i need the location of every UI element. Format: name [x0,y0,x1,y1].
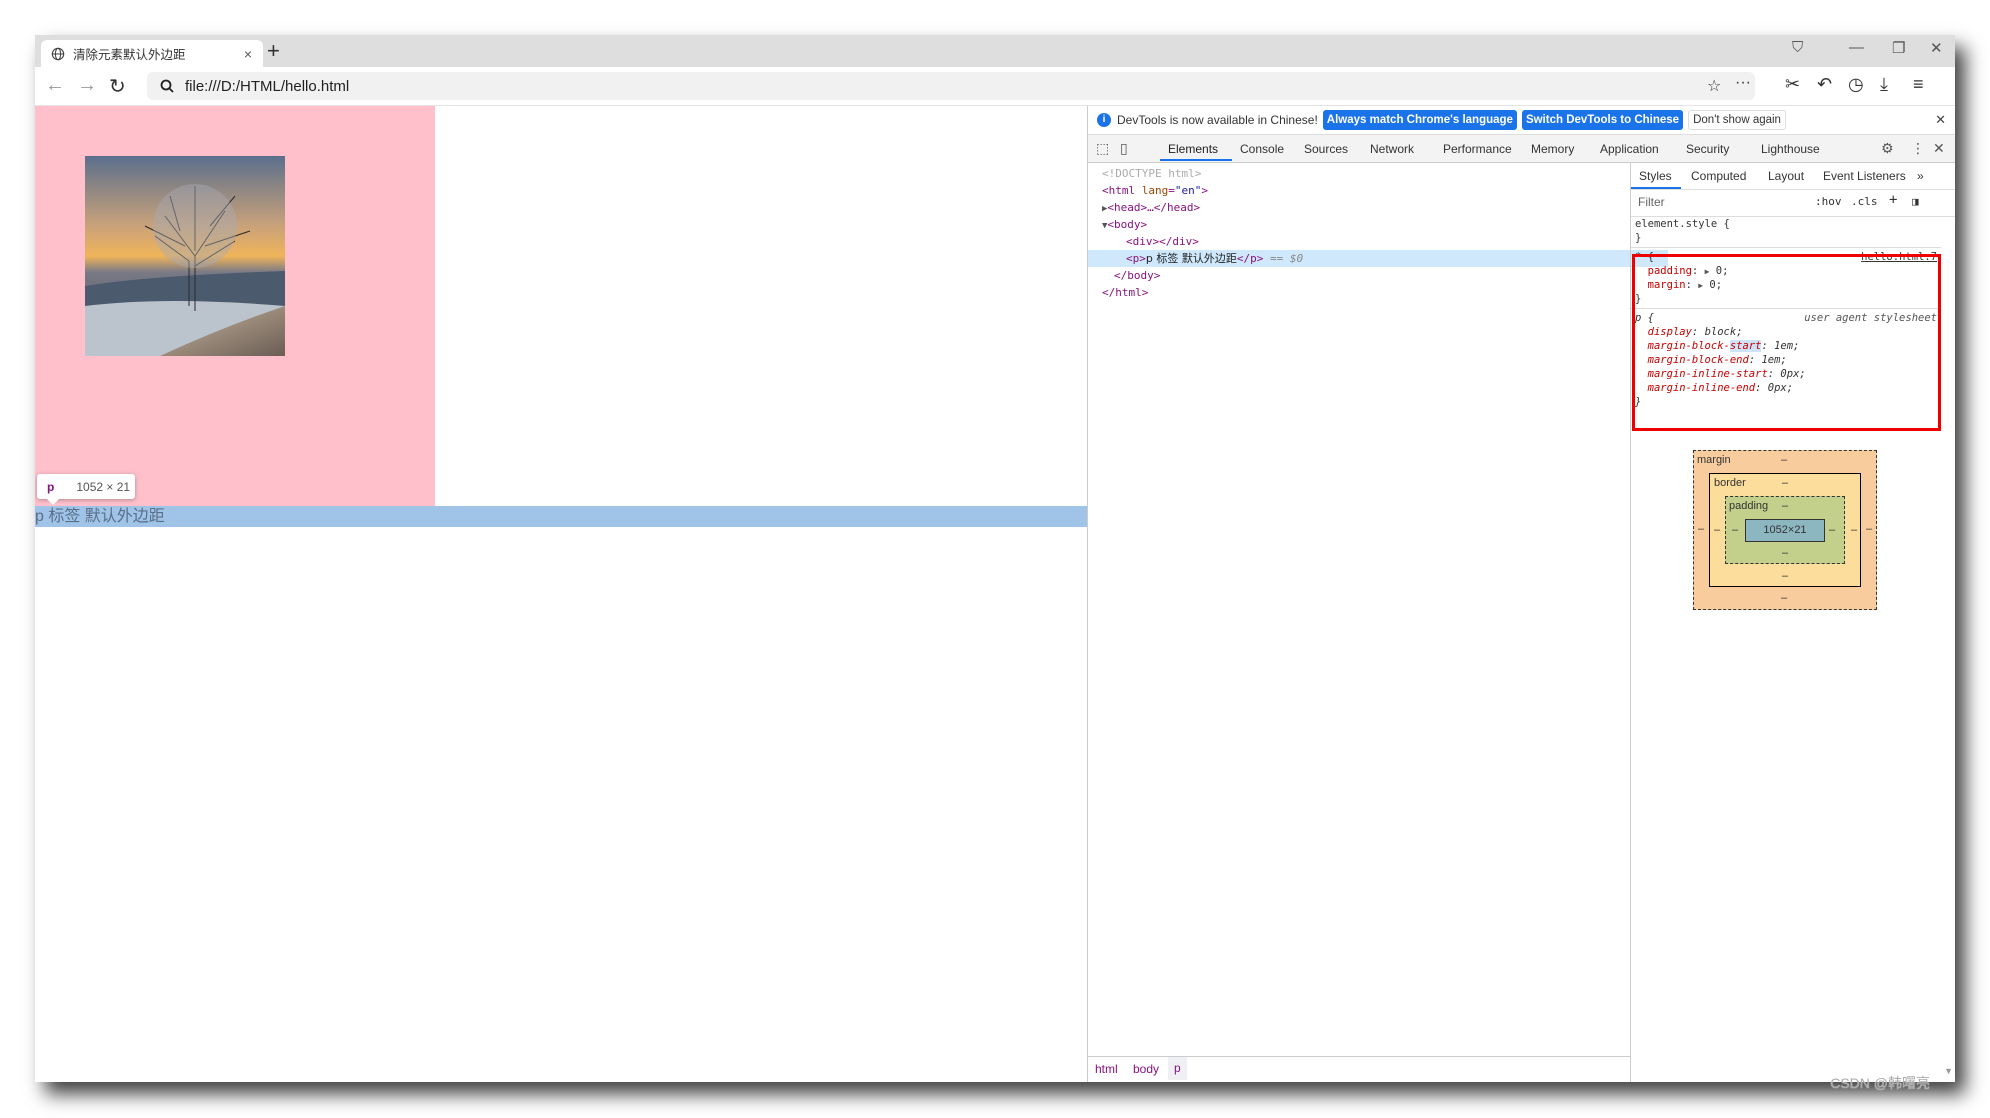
devtools-infobar: i DevTools is now available in Chinese! … [1088,106,1955,135]
tab-styles[interactable]: Styles [1639,169,1672,183]
tooltip-tag: p [47,479,55,494]
devtools-tabs: ⬚ ▯ Elements Console Sources Network Per… [1088,135,1955,163]
tab-search-icon[interactable]: ⛉ [1792,39,1803,56]
styles-tabs: Styles Computed Layout Event Listeners » [1631,163,1955,190]
dom-body-close[interactable]: </body> [1088,267,1656,284]
divider [1631,247,1941,248]
switch-to-chinese-button[interactable]: Switch DevTools to Chinese [1521,110,1684,130]
forward-button[interactable]: → [77,74,97,97]
paragraph-highlight: p 标签 默认外边距 [35,506,1087,527]
browser-tab[interactable]: 清除元素默认外边距 × [41,40,263,67]
dom-body[interactable]: ▼<body> [1088,216,1644,233]
device-toolbar-icon[interactable]: ▯ [1120,140,1128,157]
dont-show-again-button[interactable]: Don't show again [1688,110,1786,130]
scissors-icon[interactable]: ✂ [1785,74,1800,95]
breadcrumb-body[interactable]: body [1133,1062,1159,1076]
address-bar[interactable]: file:///D:/HTML/hello.html ☆ ··· [147,72,1755,100]
more-tabs-icon[interactable]: » [1917,169,1924,183]
tab-sources[interactable]: Sources [1304,142,1348,156]
styles-filter-bar: Filter :hov .cls + ◨ [1631,190,1955,217]
breadcrumb-p[interactable]: p [1168,1057,1187,1080]
close-window-button[interactable]: ✕ [1930,39,1943,57]
dom-html-close[interactable]: </html> [1088,284,1644,301]
devtools-panel: i DevTools is now available in Chinese! … [1087,106,1955,1082]
scroll-down-arrow[interactable]: ▼ [1944,1066,1953,1076]
pink-div [35,106,435,506]
dom-doctype[interactable]: <!DOCTYPE html> [1088,165,1644,182]
rule-close: } [1635,232,1642,244]
infobar-close-icon[interactable]: ✕ [1935,112,1946,128]
element-style-rule[interactable]: element.style { [1631,217,1941,231]
breadcrumb-html[interactable]: html [1095,1062,1118,1076]
toolbar: ← → ↻ file:///D:/HTML/hello.html ☆ ··· ✂… [35,67,1955,106]
tab-event-listeners[interactable]: Event Listeners [1823,169,1906,183]
bookmark-star-icon[interactable]: ☆ [1707,76,1721,96]
url-text: file:///D:/HTML/hello.html [185,77,350,95]
tab-lighthouse[interactable]: Lighthouse [1761,142,1820,156]
download-icon[interactable]: ⤓ [1880,74,1888,95]
globe-icon [51,47,65,60]
tab-computed[interactable]: Computed [1691,169,1746,183]
tab-memory[interactable]: Memory [1531,142,1574,156]
cls-toggle[interactable]: .cls [1851,195,1878,208]
dom-div[interactable]: <div></div> [1088,233,1668,250]
styles-pane: Styles Computed Layout Event Listeners »… [1630,163,1955,1082]
toggle-sidebar-icon[interactable]: ◨ [1912,195,1919,208]
search-icon [160,79,174,93]
tab-network[interactable]: Network [1370,142,1414,156]
tab-application[interactable]: Application [1600,142,1659,156]
inspect-tooltip: p 1052 × 21 [37,474,135,505]
active-tab-indicator [1160,159,1232,161]
tab-security[interactable]: Security [1686,142,1729,156]
new-tab-button[interactable]: + [267,39,280,63]
box-model-content[interactable]: 1052×21 [1745,519,1825,542]
dom-head[interactable]: ▶<head>…</head> [1088,199,1644,216]
infobar-message: DevTools is now available in Chinese! [1117,113,1318,127]
annotation-red-box [1632,254,1941,431]
inspect-element-icon[interactable]: ⬚ [1096,140,1109,157]
box-model-margin[interactable]: margin – – – – border – – – – padding – [1693,450,1877,610]
tab-close-icon[interactable]: × [239,46,257,62]
styles-filter-input[interactable]: Filter [1634,192,1806,212]
history-icon[interactable]: ◷ [1848,74,1864,95]
winter-tree-image [85,156,285,356]
settings-gear-icon[interactable]: ⚙ [1881,140,1894,157]
info-icon: i [1097,113,1111,127]
tab-elements[interactable]: Elements [1168,142,1218,156]
undo-icon[interactable]: ↶ [1817,74,1832,95]
more-actions-icon[interactable]: ··· [1735,74,1751,92]
tab-title: 清除元素默认外边距 [73,48,186,62]
tab-strip: 清除元素默认外边距 × + ⛉ — ❐ ✕ [35,35,1955,67]
restore-button[interactable]: ❐ [1892,39,1905,57]
elements-tree: <!DOCTYPE html> <html lang="en"> ▶<head>… [1088,163,1668,1056]
menu-icon[interactable]: ≡ [1913,74,1924,95]
box-model-border[interactable]: border – – – – padding – – – – 1052×21 [1709,473,1861,587]
close-devtools-icon[interactable]: ✕ [1933,140,1945,157]
reload-button[interactable]: ↻ [109,74,126,99]
back-button[interactable]: ← [45,74,65,97]
box-model-padding[interactable]: padding – – – – 1052×21 [1725,496,1845,564]
styles-tab-indicator [1631,187,1681,189]
watermark: CSDN @韩曙亮 [1830,1075,1930,1091]
minimize-button[interactable]: — [1849,39,1864,56]
tab-performance[interactable]: Performance [1443,142,1512,156]
more-options-icon[interactable]: ⋮ [1911,140,1925,157]
hov-toggle[interactable]: :hov [1815,195,1842,208]
new-rule-icon[interactable]: + [1889,192,1897,208]
tab-layout[interactable]: Layout [1768,169,1804,183]
page-viewport: p 标签 默认外边距 p 1052 × 21 [35,106,1087,1082]
tooltip-dims: 1052 × 21 [76,479,131,494]
dom-p-selected[interactable]: <p>p 标签 默认外边距</p> == $0 [1088,250,1668,267]
breadcrumb: html body p [1088,1056,1630,1080]
browser-window: 清除元素默认外边距 × + ⛉ — ❐ ✕ ← → ↻ file:///D:/H… [35,35,1955,1082]
dom-html[interactable]: <html lang="en"> [1088,182,1644,199]
always-match-language-button[interactable]: Always match Chrome's language [1322,110,1517,130]
tab-console[interactable]: Console [1240,142,1284,156]
